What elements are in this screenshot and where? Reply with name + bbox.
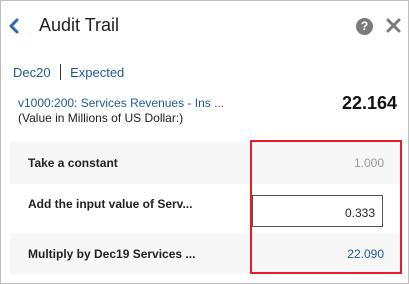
step-value-input[interactable]: 0.333	[252, 195, 383, 227]
step-input-value: 0.333	[344, 206, 375, 220]
step-label: Add the input value of Serv...	[28, 197, 193, 211]
chevron-left-icon[interactable]	[7, 18, 21, 34]
step-label: Take a constant	[28, 156, 118, 170]
close-icon[interactable]	[385, 17, 402, 34]
context-links: Dec20 Expected	[13, 64, 124, 80]
audit-trail-panel: Audit Trail ? Dec20 Expected v1000:200: S…	[0, 0, 409, 284]
help-icon[interactable]: ?	[356, 18, 373, 35]
step-value: 1.000	[353, 156, 384, 170]
period-link[interactable]: Dec20	[13, 65, 51, 80]
account-name-link[interactable]: v1000:200: Services Revenues - Ins ...	[18, 96, 224, 110]
header: Audit Trail ?	[1, 1, 408, 51]
link-separator	[59, 64, 62, 80]
step-row: Multiply by Dec19 Services ... 22.090	[10, 233, 400, 274]
step-value-link[interactable]: 22.090	[347, 247, 384, 261]
step-row: Take a constant 1.000	[10, 142, 400, 185]
step-row: Add the input value of Serv... 0.333	[10, 184, 400, 234]
scenario-link[interactable]: Expected	[70, 65, 124, 80]
page-title: Audit Trail	[39, 15, 120, 35]
step-label: Multiply by Dec19 Services ...	[28, 247, 196, 261]
calculation-steps: Take a constant 1.000 Add the input valu…	[10, 142, 400, 276]
account-value: 22.164	[341, 93, 397, 113]
account-units: (Value in Millions of US Dollar:)	[18, 111, 184, 125]
